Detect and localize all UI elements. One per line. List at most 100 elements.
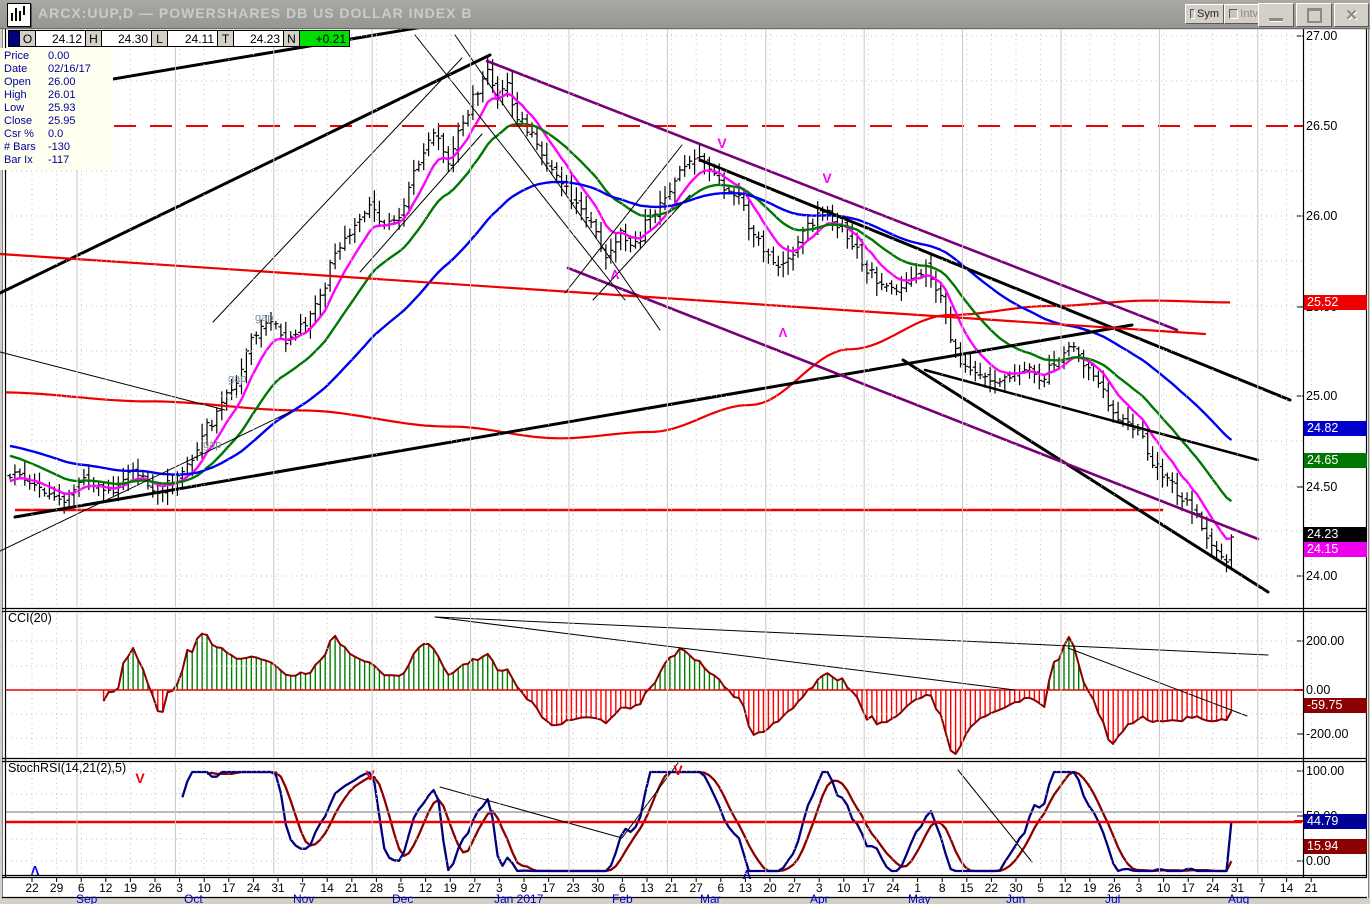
x-axis-date: 17 (1182, 881, 1195, 895)
trendline[interactable] (0, 352, 225, 410)
chart-canvas[interactable]: VVVΛΛVVVΛΛgapgapgap (0, 0, 1370, 904)
x-axis-month: Jan 2017 (494, 892, 543, 904)
red-axis-ticks (1294, 126, 1303, 821)
trendline[interactable] (0, 412, 290, 551)
trendline[interactable] (925, 370, 1258, 460)
x-axis-date: 23 (567, 881, 580, 895)
x-axis-date: 14 (1280, 881, 1293, 895)
x-axis-date: 21 (1305, 881, 1318, 895)
fast-ema (10, 93, 1231, 538)
peak-marker: V (492, 87, 502, 103)
x-axis-date: 13 (739, 881, 752, 895)
x-axis-date: 20 (763, 881, 776, 895)
quote-field-value: 24.23 (234, 30, 284, 47)
trendline[interactable] (435, 617, 1268, 655)
slow-ema (10, 182, 1231, 475)
mid-ema (10, 124, 1231, 501)
x-axis-date: 22 (985, 881, 998, 895)
info-row: Bar Ix-117 (4, 154, 113, 167)
gap-label: gap (255, 312, 273, 324)
x-axis-date: 19 (124, 881, 137, 895)
x-axis-date: 26 (148, 881, 161, 895)
gap-label: gap (203, 439, 221, 451)
x-axis-date: 21 (665, 881, 678, 895)
symbol-button-icon (1190, 9, 1195, 19)
y-axis-label: 26.50 (1306, 119, 1366, 134)
maximize-button[interactable] (1296, 3, 1332, 27)
x-axis-date: 29 (50, 881, 63, 895)
trendline[interactable] (593, 195, 690, 300)
minimize-button[interactable] (1258, 3, 1294, 27)
trendline[interactable] (487, 61, 1177, 330)
peak-marker: V (673, 762, 683, 778)
x-axis-date: 27 (788, 881, 801, 895)
x-axis-month: Jun (1006, 892, 1025, 904)
grid-vertical-solid (77, 29, 1258, 874)
red-long-ma (0, 301, 1230, 439)
x-axis-date: 14 (321, 881, 334, 895)
interval-button-label: Intv (1240, 8, 1258, 20)
y-axis-badge: 44.79 (1304, 814, 1367, 829)
info-row: # Bars-130 (4, 141, 113, 154)
x-axis-date: 7 (1259, 881, 1266, 895)
y-axis-label: -200.00 (1306, 727, 1366, 742)
x-axis-month: Feb (612, 892, 633, 904)
y-axis-label: 0.00 (1306, 854, 1366, 869)
x-axis-date: 17 (542, 881, 555, 895)
peak-marker: V (365, 767, 375, 783)
trendline[interactable] (958, 770, 1032, 862)
y-axis-badge: 15.94 (1304, 839, 1367, 854)
info-row: High26.01 (4, 89, 113, 102)
x-axis-date: 12 (419, 881, 432, 895)
trendline[interactable] (435, 617, 1015, 690)
charting-app-window: VVVΛΛVVVΛΛgapgapgap O24.12H24.30L24.11T2… (0, 0, 1370, 904)
y-axis-badge: -59.75 (1304, 698, 1367, 713)
x-axis-month: Jul (1105, 892, 1120, 904)
x-axis-date: 3 (176, 881, 183, 895)
quote-strip: O24.12H24.30L24.11T24.23N+0.21 (8, 30, 350, 47)
y-axis-label: 26.00 (1306, 209, 1366, 224)
x-axis-month: Nov (293, 892, 314, 904)
info-row: Open26.00 (4, 76, 113, 89)
quote-field-value: 24.11 (168, 30, 218, 47)
trendline[interactable] (700, 160, 1290, 400)
x-axis-date: 22 (25, 881, 38, 895)
x-axis-date: 24 (886, 881, 899, 895)
x-axis-date: 30 (591, 881, 604, 895)
minimize-icon (1269, 18, 1283, 22)
close-button[interactable]: ✕ (1334, 3, 1369, 27)
x-axis-date: 15 (960, 881, 973, 895)
peak-marker: V (717, 135, 727, 151)
info-row: Price0.00 (4, 50, 113, 63)
x-axis-month: Mar (700, 892, 721, 904)
info-row: Csr %0.0 (4, 128, 113, 141)
window-titlebar[interactable]: ARCX:UUP,D — POWERSHARES DB US DOLLAR IN… (0, 0, 1370, 29)
y-axis-label: 0.00 (1306, 683, 1366, 698)
x-axis-date: 31 (271, 881, 284, 895)
trendline[interactable] (15, 325, 1132, 517)
x-axis-date: 19 (1083, 881, 1096, 895)
chart-app-icon (7, 3, 31, 27)
symbol-button-label: Sym (1197, 8, 1219, 20)
info-row: Date02/16/17 (4, 63, 113, 76)
x-axis-date: 28 (370, 881, 383, 895)
cci-positive-hatch (118, 634, 1083, 690)
info-row: Close25.95 (4, 115, 113, 128)
price-panel[interactable] (0, 58, 1234, 573)
x-axis-date: 17 (222, 881, 235, 895)
symbol-button[interactable]: Sym (1185, 4, 1224, 24)
trendline[interactable] (360, 134, 482, 272)
stoch-panel-title: StochRSI(14,21(2),5) (8, 761, 126, 775)
y-axis-label: 24.50 (1306, 480, 1366, 495)
x-axis-date: 24 (247, 881, 260, 895)
ohlc-bars (7, 58, 1234, 573)
quote-field-value: 24.30 (102, 30, 152, 47)
window-title: ARCX:UUP,D — POWERSHARES DB US DOLLAR IN… (38, 5, 472, 21)
x-axis-date: 19 (444, 881, 457, 895)
trough-marker: Λ (779, 325, 788, 340)
info-row: Low25.93 (4, 102, 113, 115)
trendline[interactable] (0, 254, 1205, 334)
y-axis-badge: 25.52 (1304, 295, 1367, 310)
y-axis-label: 25.00 (1306, 389, 1366, 404)
cursor-info-panel: Price0.00Date02/16/17Open26.00High26.01L… (0, 48, 113, 170)
